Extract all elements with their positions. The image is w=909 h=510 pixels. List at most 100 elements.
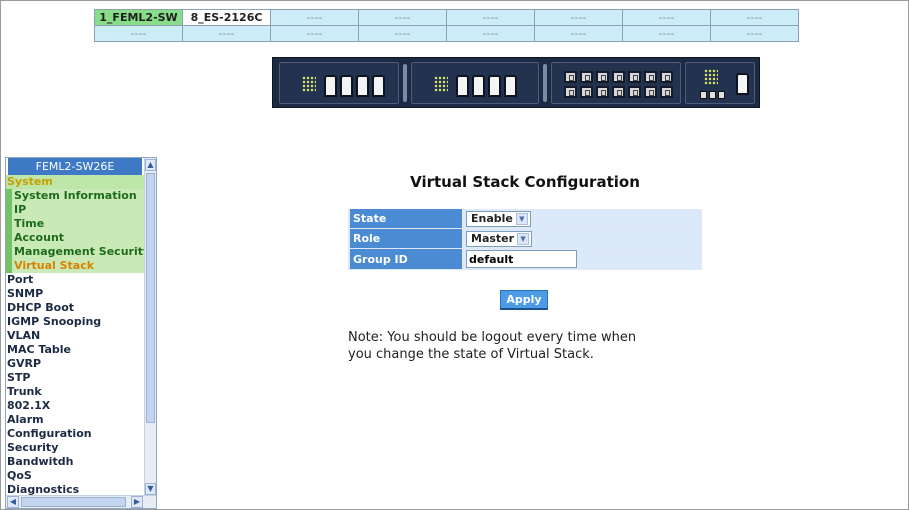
fiber-port-icon [596, 71, 609, 83]
indent-bar [6, 245, 12, 259]
sidebar-item-label: Time [14, 217, 45, 230]
note-line: Note: You should be logout every time wh… [348, 330, 637, 345]
role-select[interactable]: Master ▼ [466, 230, 533, 247]
fiber-port-icon [628, 71, 641, 83]
divider [543, 64, 547, 102]
fiber-port-icon [580, 71, 593, 83]
sidebar-item-virtual-stack[interactable]: Virtual Stack [6, 259, 144, 273]
state-select[interactable]: Enable ▼ [466, 210, 531, 227]
stack-cell-empty[interactable]: ---- [271, 10, 358, 25]
state-select-value: Enable [471, 211, 513, 225]
role-cell: Master ▼ [464, 229, 700, 249]
stack-member-table: 1_FEML2-SW 8_ES-2126C ---- ---- ---- ---… [94, 9, 799, 42]
console-port-icon [736, 73, 749, 95]
chevron-down-icon[interactable]: ▼ [515, 212, 528, 225]
rj45-port-icon [472, 75, 485, 97]
sidebar-item-time[interactable]: Time [6, 217, 144, 231]
virtual-stack-config-table: State Enable ▼ Role Master ▼ Group ID [348, 209, 702, 270]
mini-port-icon [718, 91, 725, 99]
fiber-port-icon [612, 71, 625, 83]
stack-cell[interactable]: 8_ES-2126C [183, 10, 270, 25]
sidebar-item-vlan[interactable]: VLAN [6, 329, 144, 343]
group-id-row: Group ID [350, 249, 700, 270]
page-title: Virtual Stack Configuration [410, 173, 640, 191]
indent-bar [6, 203, 12, 217]
sidebar-item-bandwidth[interactable]: Bandwitdh [6, 455, 144, 469]
sidebar-item-management-security[interactable]: Management Security [6, 245, 144, 259]
sidebar-item-mac-table[interactable]: MAC Table [6, 343, 144, 357]
stack-cell-empty[interactable]: ---- [447, 10, 534, 25]
apply-button[interactable]: Apply [500, 290, 548, 310]
fiber-port-icon [644, 86, 657, 98]
state-label: State [350, 209, 462, 229]
sidebar-item-label: Account [14, 231, 65, 244]
role-row: Role Master ▼ [350, 229, 700, 249]
sidebar-item-system[interactable]: System [6, 175, 144, 189]
fiber-port-icon [580, 86, 593, 98]
vertical-scrollbar[interactable]: ▲ ▼ [144, 158, 156, 496]
group-id-cell [464, 249, 700, 270]
sidebar-item-trunk[interactable]: Trunk [6, 385, 144, 399]
stack-cell-empty[interactable]: ---- [535, 10, 622, 25]
fiber-port-icon [612, 86, 625, 98]
indent-bar [6, 189, 12, 203]
scroll-thumb[interactable] [146, 173, 155, 423]
stack-cell-empty[interactable]: ---- [711, 26, 798, 41]
sidebar-item-stp[interactable]: STP [6, 371, 144, 385]
stack-cell-empty[interactable]: ---- [359, 10, 446, 25]
fiber-port-icon [660, 86, 673, 98]
sidebar-item-port[interactable]: Port [6, 273, 144, 287]
rj45-port-icon [356, 75, 369, 97]
sidebar-item-igmp-snooping[interactable]: IGMP Snooping [6, 315, 144, 329]
stack-cell-empty[interactable]: ---- [535, 26, 622, 41]
switch-front-panel-image [272, 57, 760, 108]
sidebar-item-snmp[interactable]: SNMP [6, 287, 144, 301]
sidebar-item-8021x[interactable]: 802.1X [6, 399, 144, 413]
group-id-input[interactable] [466, 250, 577, 268]
sidebar-item-security[interactable]: Security [6, 441, 144, 455]
sidebar-item-label: Management Security [14, 245, 144, 258]
chevron-down-icon[interactable]: ▼ [517, 232, 530, 245]
stack-row-1: 1_FEML2-SW 8_ES-2126C ---- ---- ---- ---… [95, 10, 798, 25]
role-label: Role [350, 229, 462, 249]
stack-cell-empty[interactable]: ---- [447, 26, 534, 41]
sidebar-list: System System Information IP Time Accoun… [6, 175, 144, 497]
sidebar-item-system-information[interactable]: System Information [6, 189, 144, 203]
sidebar-item-alarm[interactable]: Alarm [6, 413, 144, 427]
role-select-value: Master [471, 231, 515, 245]
sidebar-item-label: System Information [14, 189, 137, 202]
stack-cell-empty[interactable]: ---- [711, 10, 798, 25]
fiber-module [551, 62, 681, 104]
stack-cell-empty[interactable]: ---- [271, 26, 358, 41]
scroll-right-arrow-icon[interactable]: ▶ [131, 496, 143, 508]
stack-cell-selected[interactable]: 1_FEML2-SW [95, 10, 182, 25]
sidebar-item-dhcp-boot[interactable]: DHCP Boot [6, 301, 144, 315]
group-id-label: Group ID [350, 249, 462, 270]
sidebar-item-account[interactable]: Account [6, 231, 144, 245]
stack-cell-empty[interactable]: ---- [95, 26, 182, 41]
port-module-1 [279, 62, 399, 104]
rj45-port-icon [504, 75, 517, 97]
sidebar-item-ip[interactable]: IP [6, 203, 144, 217]
horizontal-scrollbar[interactable]: ◀ ▶ [6, 495, 156, 508]
scroll-left-arrow-icon[interactable]: ◀ [7, 496, 19, 508]
stack-cell-empty[interactable]: ---- [359, 26, 446, 41]
divider [403, 64, 407, 102]
sidebar-item-gvrp[interactable]: GVRP [6, 357, 144, 371]
sidebar-item-label: IP [14, 203, 27, 216]
scroll-up-arrow-icon[interactable]: ▲ [145, 159, 156, 171]
rj45-port-icon [488, 75, 501, 97]
rj45-port-icon [372, 75, 385, 97]
stack-cell-empty[interactable]: ---- [623, 26, 710, 41]
stack-cell-empty[interactable]: ---- [183, 26, 270, 41]
scroll-thumb[interactable] [21, 497, 126, 507]
scroll-down-arrow-icon[interactable]: ▼ [145, 483, 156, 495]
fiber-port-icon [628, 86, 641, 98]
sidebar-item-configuration[interactable]: Configuration [6, 427, 144, 441]
fiber-port-icon [564, 71, 577, 83]
sidebar-item-label: Virtual Stack [14, 259, 95, 272]
sidebar-item-qos[interactable]: QoS [6, 469, 144, 483]
fiber-port-icon [596, 86, 609, 98]
led-icon [302, 76, 316, 92]
stack-cell-empty[interactable]: ---- [623, 10, 710, 25]
